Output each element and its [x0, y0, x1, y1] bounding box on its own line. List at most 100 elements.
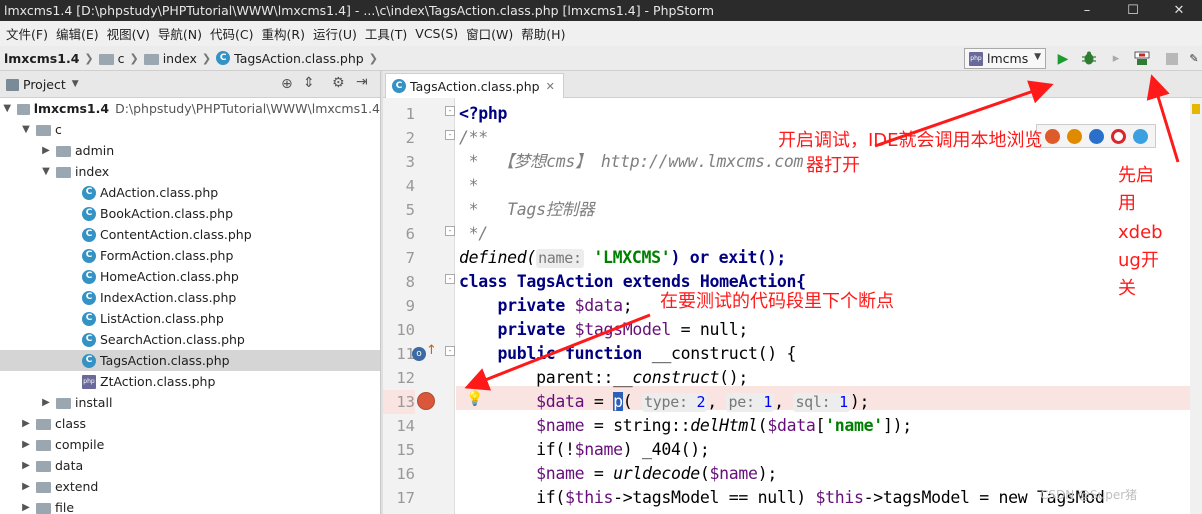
- chevron-right-icon[interactable]: ▶: [20, 434, 32, 455]
- tree-item-data[interactable]: ▶ data: [0, 455, 380, 476]
- warning-marker-icon[interactable]: [1192, 104, 1200, 114]
- tree-item-admin[interactable]: ▶ admin: [0, 140, 380, 161]
- breakpoint-icon[interactable]: [417, 392, 435, 410]
- fold-icon[interactable]: -: [445, 106, 455, 116]
- code-token: );: [849, 392, 870, 411]
- tree-item-file[interactable]: C IndexAction.class.php: [0, 287, 380, 308]
- menu-navigate[interactable]: 导航(N): [154, 24, 206, 43]
- breadcrumb-c[interactable]: c: [118, 51, 125, 66]
- menu-help[interactable]: 帮助(H): [517, 24, 569, 43]
- tree-item-compile[interactable]: ▶ compile: [0, 434, 380, 455]
- breadcrumb-project[interactable]: lmxcms1.4: [4, 51, 79, 66]
- editor-gutter[interactable]: 1 2 3 4 5 6 7 8 9 10 11 12 13 14 15 16 1…: [383, 98, 455, 514]
- menu-edit[interactable]: 编辑(E): [52, 24, 103, 43]
- chevron-down-icon[interactable]: ▼: [40, 161, 52, 182]
- menu-refactor[interactable]: 重构(R): [258, 24, 309, 43]
- annotation-xdebug-note-3: xdeb: [1118, 222, 1163, 243]
- run-configuration-select[interactable]: php lmcms ▼: [964, 48, 1046, 69]
- breadcrumb-file[interactable]: TagsAction.class.php: [234, 51, 364, 66]
- tree-item-label: BookAction.class.php: [100, 206, 234, 221]
- project-panel-title[interactable]: Project: [23, 77, 66, 92]
- chevron-right-icon[interactable]: ▶: [20, 497, 32, 514]
- chevron-right-icon[interactable]: ▶: [20, 413, 32, 434]
- ie-icon[interactable]: [1132, 128, 1148, 144]
- code-variable: $this: [564, 488, 614, 507]
- chevron-right-icon[interactable]: ▶: [40, 392, 52, 413]
- minimize-button[interactable]: –: [1064, 0, 1110, 21]
- tree-item-file[interactable]: php ZtAction.class.php: [0, 371, 380, 392]
- listen-debug-connections-icon[interactable]: [1134, 51, 1150, 66]
- chevron-right-icon[interactable]: ▶: [20, 476, 32, 497]
- safari-icon[interactable]: [1088, 128, 1104, 144]
- menu-vcs[interactable]: VCS(S): [411, 26, 462, 41]
- code-line: *: [459, 174, 479, 198]
- tree-item-root[interactable]: ▼ lmxcms1.4 D:\phpstudy\PHPTutorial\WWW\…: [0, 98, 380, 119]
- menu-window[interactable]: 窗口(W): [462, 24, 517, 43]
- menu-code[interactable]: 代码(C): [206, 24, 257, 43]
- tree-item-file[interactable]: C HomeAction.class.php: [0, 266, 380, 287]
- editor-scrollbar[interactable]: [1190, 98, 1202, 514]
- collapse-all-icon[interactable]: ⇕: [303, 75, 315, 91]
- close-button[interactable]: ✕: [1156, 0, 1202, 21]
- tree-item-install[interactable]: ▶ install: [0, 392, 380, 413]
- folder-icon: [36, 503, 51, 514]
- code-token: urldecode: [613, 464, 700, 483]
- lightbulb-icon[interactable]: 💡: [466, 391, 483, 407]
- locate-icon[interactable]: ⊕: [281, 76, 293, 92]
- tree-item-file[interactable]: C FormAction.class.php: [0, 245, 380, 266]
- tree-item-file[interactable]: C AdAction.class.php: [0, 182, 380, 203]
- firefox-icon[interactable]: [1066, 128, 1082, 144]
- chevron-down-icon[interactable]: ▼: [2, 98, 13, 119]
- chevron-right-icon[interactable]: ▶: [40, 140, 52, 161]
- code-comment: * 【梦想cms】 http://www.lmxcms.com: [459, 152, 804, 171]
- tree-item-file[interactable]: C ContentAction.class.php: [0, 224, 380, 245]
- tree-item-file[interactable]: C SearchAction.class.php: [0, 329, 380, 350]
- opera-icon[interactable]: [1110, 128, 1126, 144]
- project-panel-header: Project ▼ ⊕ ⇕ ⚙ ⇥: [0, 71, 380, 98]
- menu-tools[interactable]: 工具(T): [361, 24, 411, 43]
- debug-icon[interactable]: [1081, 51, 1097, 66]
- tree-item-c[interactable]: ▼ c: [0, 119, 380, 140]
- menu-file[interactable]: 文件(F): [2, 24, 52, 43]
- run-with-coverage-icon[interactable]: ▸: [1108, 51, 1124, 66]
- editor-tab[interactable]: C TagsAction.class.php ✕: [385, 73, 564, 98]
- breadcrumb-index[interactable]: index: [163, 51, 197, 66]
- code-token: if(: [459, 488, 565, 507]
- fold-icon[interactable]: -: [445, 130, 455, 140]
- tree-item-file[interactable]: C BookAction.class.php: [0, 203, 380, 224]
- code-line: if(!$name) _404();: [459, 438, 710, 462]
- tree-item-class[interactable]: ▶ class: [0, 413, 380, 434]
- chevron-right-icon[interactable]: ▶: [20, 455, 32, 476]
- chrome-icon[interactable]: [1044, 128, 1060, 144]
- arrow-up-icon[interactable]: ↑: [426, 343, 437, 358]
- run-configuration-label: lmcms: [987, 51, 1029, 66]
- fold-icon[interactable]: -: [445, 346, 455, 356]
- tree-item-file-selected[interactable]: C TagsAction.class.php: [0, 350, 380, 371]
- more-icon[interactable]: ✎: [1186, 51, 1202, 66]
- code-comment: *: [459, 176, 479, 195]
- close-icon[interactable]: ✕: [546, 80, 555, 93]
- tree-item-file[interactable]: C ListAction.class.php: [0, 308, 380, 329]
- code-token: parent::: [459, 368, 614, 387]
- tree-item-index[interactable]: ▼ index: [0, 161, 380, 182]
- tree-item-file-folder[interactable]: ▶ file: [0, 497, 380, 514]
- php-class-icon: C: [82, 206, 96, 221]
- hint-name: type:: [644, 393, 688, 411]
- run-icon[interactable]: ▶: [1055, 51, 1071, 67]
- fold-icon[interactable]: -: [445, 274, 455, 284]
- chevron-down-icon[interactable]: ▼: [72, 79, 79, 89]
- menu-run[interactable]: 运行(U): [309, 24, 361, 43]
- menu-view[interactable]: 视图(V): [103, 24, 154, 43]
- hide-panel-icon[interactable]: ⇥: [356, 74, 368, 90]
- chevron-down-icon[interactable]: ▼: [20, 119, 32, 140]
- line-number: 2: [405, 129, 415, 147]
- maximize-button[interactable]: ☐: [1110, 0, 1156, 21]
- stop-icon[interactable]: [1164, 51, 1180, 66]
- folder-icon: [36, 419, 51, 430]
- fold-icon[interactable]: -: [445, 226, 455, 236]
- line-number: 3: [405, 153, 415, 171]
- code-token: defined(: [459, 248, 537, 267]
- gear-icon[interactable]: ⚙: [332, 75, 345, 91]
- override-icon[interactable]: o: [412, 347, 426, 361]
- tree-item-extend[interactable]: ▶ extend: [0, 476, 380, 497]
